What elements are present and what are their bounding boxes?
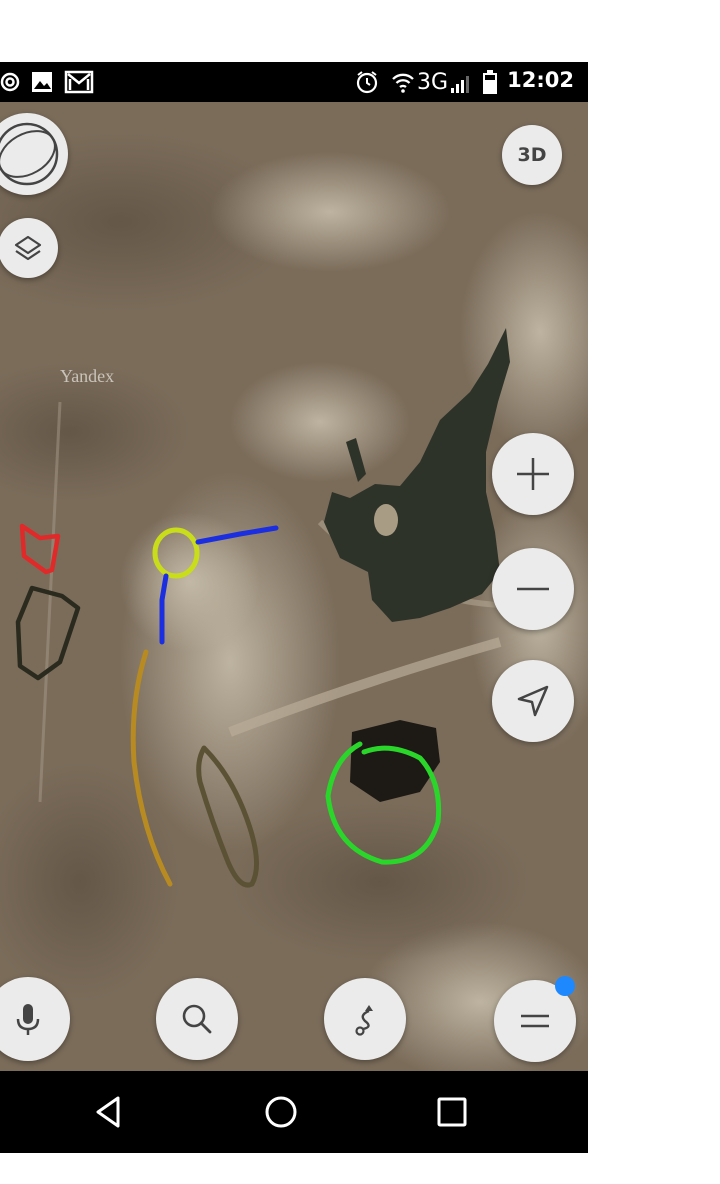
alarm-icon <box>356 71 378 94</box>
recents-icon[interactable] <box>432 1092 472 1132</box>
3d-label: 3D <box>517 144 547 166</box>
plus-icon <box>517 458 549 490</box>
android-nav-bar <box>0 1071 588 1153</box>
route-button[interactable] <box>324 978 406 1060</box>
search-icon <box>182 1004 212 1034</box>
globe-icon <box>0 122 59 186</box>
map-mode-button[interactable] <box>0 113 68 195</box>
layers-icon <box>14 235 42 261</box>
zoom-in-button[interactable] <box>492 433 574 515</box>
yandex-watermark: Yandex <box>60 366 115 386</box>
gmail-icon <box>64 70 94 94</box>
image-icon <box>32 72 52 92</box>
satellite-map[interactable]: Yandex 3D <box>0 102 588 1082</box>
layers-button[interactable] <box>0 218 58 278</box>
at-icon <box>0 72 20 92</box>
signal-icon <box>451 76 469 93</box>
back-icon[interactable] <box>90 1092 130 1132</box>
navigation-arrow-icon <box>517 685 549 717</box>
network-type: 3G <box>416 70 448 95</box>
home-icon[interactable] <box>261 1092 301 1132</box>
zoom-out-button[interactable] <box>492 548 574 630</box>
wifi-icon <box>392 73 414 93</box>
search-button[interactable] <box>156 978 238 1060</box>
route-icon <box>355 1005 373 1036</box>
notification-badge <box>555 976 575 996</box>
menu-icon <box>521 1014 549 1028</box>
microphone-icon <box>16 1004 40 1035</box>
battery-icon <box>483 70 497 94</box>
status-bar: 3G 12:02 <box>0 62 588 102</box>
phone-screen: 3G 12:02 Yandex 3D <box>0 62 588 1153</box>
my-location-button[interactable] <box>492 660 574 742</box>
status-clock: 12:02 <box>507 68 574 92</box>
3d-view-button[interactable]: 3D <box>502 125 562 185</box>
minus-icon <box>517 587 549 591</box>
